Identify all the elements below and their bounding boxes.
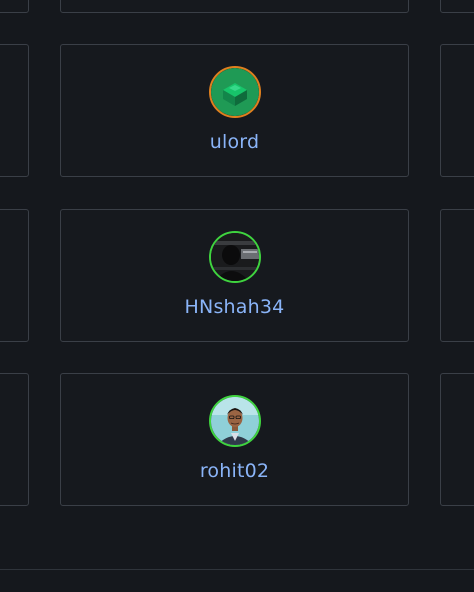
user-card-partial[interactable] [60,0,409,13]
user-card-ulord[interactable]: ulord [60,44,409,177]
user-card-partial[interactable] [440,44,474,177]
avatar[interactable] [208,66,261,118]
user-grid: ulord HNshah34 rohit02 [0,0,474,592]
user-card-partial[interactable] [440,209,474,342]
user-card-rohit02[interactable]: rohit02 [60,373,409,506]
avatar[interactable] [208,395,261,447]
user-card-partial[interactable] [0,373,29,506]
person-photo-avatar-icon [210,397,259,445]
user-card-partial[interactable] [440,0,474,13]
user-card-partial[interactable] [440,373,474,506]
user-card-HNshah34[interactable]: HNshah34 [60,209,409,342]
dark-photo-avatar-icon [210,233,259,281]
green-cube-avatar-icon [210,68,259,116]
username-link[interactable]: ulord [61,131,408,153]
user-card-partial[interactable] [0,0,29,13]
avatar[interactable] [208,231,261,283]
username-link[interactable]: HNshah34 [61,296,408,318]
divider [0,569,474,570]
user-card-partial[interactable] [0,44,29,177]
username-link[interactable]: rohit02 [61,460,408,482]
user-card-partial[interactable] [0,209,29,342]
